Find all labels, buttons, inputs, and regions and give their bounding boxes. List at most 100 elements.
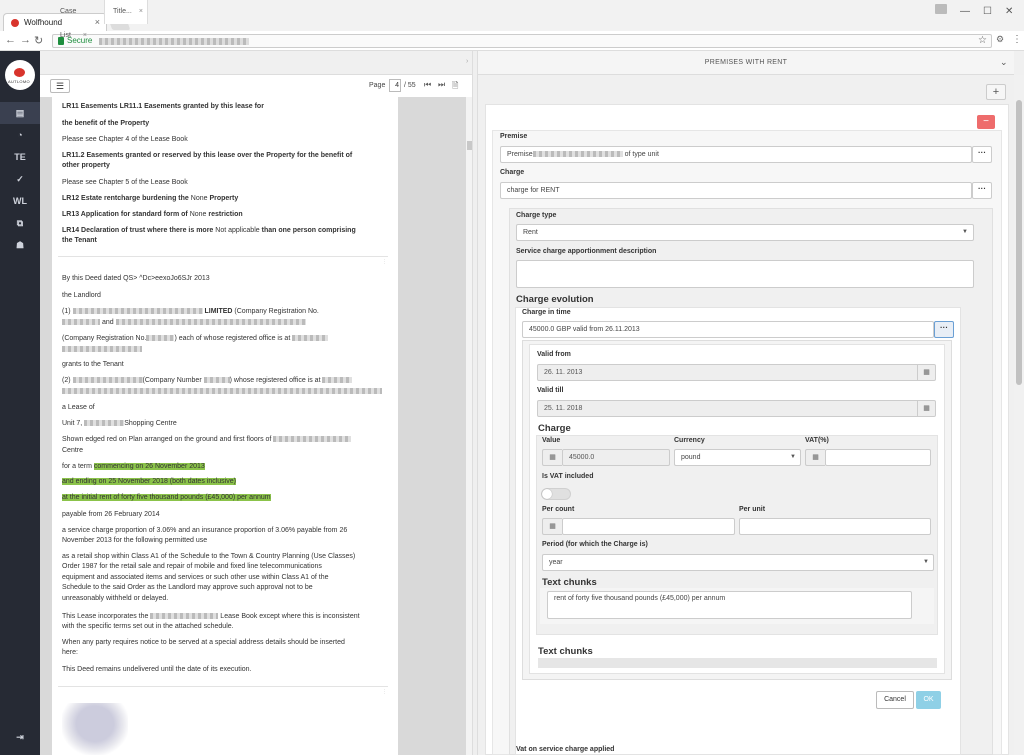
charge-in-time-more-button[interactable]: ··· xyxy=(934,321,954,338)
doc-text: Not applicable xyxy=(215,227,260,234)
doc-line: equipment and associated items and servi… xyxy=(62,574,329,581)
logout-button[interactable]: ⇥ xyxy=(0,726,40,748)
first-page-icon[interactable]: ⏮ xyxy=(424,80,431,90)
doc-line: the Tenant xyxy=(62,237,97,244)
doc-line: Schedule to the said Order as the Landlo… xyxy=(62,584,313,591)
doc-line: LR11.2 Easements granted or reserved by … xyxy=(62,152,353,159)
vat-included-toggle[interactable] xyxy=(541,488,571,500)
charge-field[interactable]: charge for RENT xyxy=(500,182,972,199)
service-charge-label: Service charge apportionment description xyxy=(516,248,657,255)
currency-select[interactable]: pound ▼ xyxy=(674,449,801,466)
text-chunks-bar xyxy=(538,658,937,668)
add-button[interactable]: + xyxy=(986,84,1006,100)
valid-till-input[interactable]: 25. 11. 2018 ▦ xyxy=(537,400,936,417)
doc-line: the benefit of the Property xyxy=(62,120,150,127)
per-unit-input[interactable] xyxy=(739,518,931,535)
premise-more-button[interactable]: ··· xyxy=(972,146,992,163)
tab-title[interactable]: Title... × xyxy=(104,0,148,24)
collapse-left-icon[interactable]: › xyxy=(466,58,468,65)
text-chunk-textarea[interactable]: rent of forty five thousand pounds (£45,… xyxy=(547,591,912,619)
redacted-text xyxy=(292,335,329,342)
menu-icon[interactable]: ⋮ xyxy=(1012,34,1022,45)
bookmark-star-icon[interactable]: ☆ xyxy=(978,35,987,46)
highlighted-text[interactable]: commencing on 26 November 2013 xyxy=(93,463,205,470)
page-number-input[interactable]: 4 xyxy=(389,79,401,92)
sidebar-item-check[interactable]: ✓ xyxy=(0,168,40,190)
charge-type-label: Charge type xyxy=(516,212,557,219)
ok-button[interactable]: OK xyxy=(916,691,941,709)
doc-text: None xyxy=(190,195,208,202)
doc-line: By this Deed dated QS> ^Dc>eexoJo6SJr 20… xyxy=(62,275,210,282)
minimize-icon[interactable]: — xyxy=(960,6,970,17)
sidebar-item-wl-label: WL xyxy=(13,196,27,206)
doc-line: Centre xyxy=(62,447,84,454)
premise-field[interactable]: Premise of type unit xyxy=(500,146,972,163)
doc-text: LR12 Estate rentcharge burdening the xyxy=(62,195,189,202)
premise-label: Premise xyxy=(500,133,528,140)
redacted-text xyxy=(115,319,306,326)
sidebar-item-book[interactable]: ▤ xyxy=(0,102,40,124)
charge-type-select[interactable]: Rent ▼ xyxy=(516,224,974,241)
last-page-icon[interactable]: ⏭ xyxy=(438,80,445,90)
highlighted-text[interactable]: and ending on 25 November 2018 (both dat… xyxy=(62,478,236,485)
close-window-icon[interactable]: ✕ xyxy=(1005,6,1013,17)
remove-button[interactable]: − xyxy=(977,115,995,129)
app-logo[interactable]: AUTLOMO xyxy=(5,60,35,90)
sidebar-item-wl[interactable]: WL xyxy=(0,190,40,212)
document-icon[interactable]: 🗎 xyxy=(452,80,458,94)
highlighted-text[interactable]: at the initial rent of forty five thousa… xyxy=(62,494,271,501)
doc-text: (Company Registration No. xyxy=(234,308,319,315)
charge-in-time-label: Charge in time xyxy=(522,309,571,316)
close-icon[interactable]: × xyxy=(139,8,143,15)
right-scrollbar-thumb[interactable] xyxy=(1016,100,1022,385)
select-value: pound xyxy=(681,454,701,461)
maximize-icon[interactable]: ☐ xyxy=(983,6,992,17)
period-select[interactable]: year ▼ xyxy=(542,554,934,571)
forward-icon[interactable]: → xyxy=(20,34,31,46)
field-text: Premise xyxy=(507,151,533,158)
per-count-input[interactable] xyxy=(562,518,735,535)
tab-case-list[interactable]: Case List × xyxy=(52,0,104,39)
doc-line: LR14 Declaration of trust where there is… xyxy=(62,226,388,236)
charge-more-button[interactable]: ··· xyxy=(972,182,992,199)
url-text xyxy=(99,38,249,45)
doc-line: as a retail shop within Class A1 of the … xyxy=(62,553,356,560)
profile-icon[interactable] xyxy=(935,4,947,14)
chevron-down-icon[interactable]: ⌄ xyxy=(1000,57,1008,68)
valid-till-label: Valid till xyxy=(537,387,564,394)
value-input[interactable]: 45000.0 xyxy=(562,449,670,466)
redacted-text xyxy=(322,377,353,384)
sidebar-item-user[interactable]: ☗ xyxy=(0,234,40,256)
extension-icon[interactable]: ⚙ xyxy=(996,34,1004,45)
charge-in-time-field[interactable]: 45000.0 GBP valid from 26.11.2013 xyxy=(522,321,934,338)
doc-line: This Lease incorporates the Lease Book e… xyxy=(62,612,388,622)
redacted-text xyxy=(532,151,623,158)
sidebar-item-te[interactable]: TE xyxy=(0,146,40,168)
charge-label: Charge xyxy=(500,169,525,176)
calendar-icon[interactable]: ▦ xyxy=(917,401,935,417)
doc-line: payable from 26 February 2014 xyxy=(62,511,160,518)
doc-text: (Company Number xyxy=(142,377,202,384)
valid-from-input[interactable]: 26. 11. 2013 ▦ xyxy=(537,364,936,381)
cancel-button[interactable]: Cancel xyxy=(876,691,914,709)
page-divider xyxy=(58,256,388,257)
page-label: Page xyxy=(369,82,386,89)
field-text: of type unit xyxy=(624,151,659,158)
sidebar-item-copy[interactable]: ⧉ xyxy=(0,212,40,234)
sidebar-item-dashboard[interactable]: ◔ xyxy=(0,124,40,146)
calendar-icon[interactable]: ▦ xyxy=(917,365,935,381)
url-input[interactable]: Secure ☆ xyxy=(52,34,992,48)
copy-icon: ⧉ xyxy=(16,218,24,228)
vat-input[interactable] xyxy=(825,449,931,466)
user-icon: ☗ xyxy=(15,240,25,250)
close-icon[interactable]: × xyxy=(83,32,87,39)
reload-icon[interactable]: ↻ xyxy=(34,34,43,47)
text-chunks-heading-2: Text chunks xyxy=(538,646,593,657)
doc-text: LR13 Application for standard form of xyxy=(62,211,188,218)
charge-evolution-heading: Charge evolution xyxy=(516,294,594,305)
hamburger-menu-icon[interactable]: ☰ xyxy=(50,79,70,93)
currency-label: Currency xyxy=(674,437,705,444)
page-divider xyxy=(58,686,388,687)
back-icon[interactable]: ← xyxy=(5,34,16,46)
service-charge-textarea[interactable] xyxy=(516,260,974,288)
